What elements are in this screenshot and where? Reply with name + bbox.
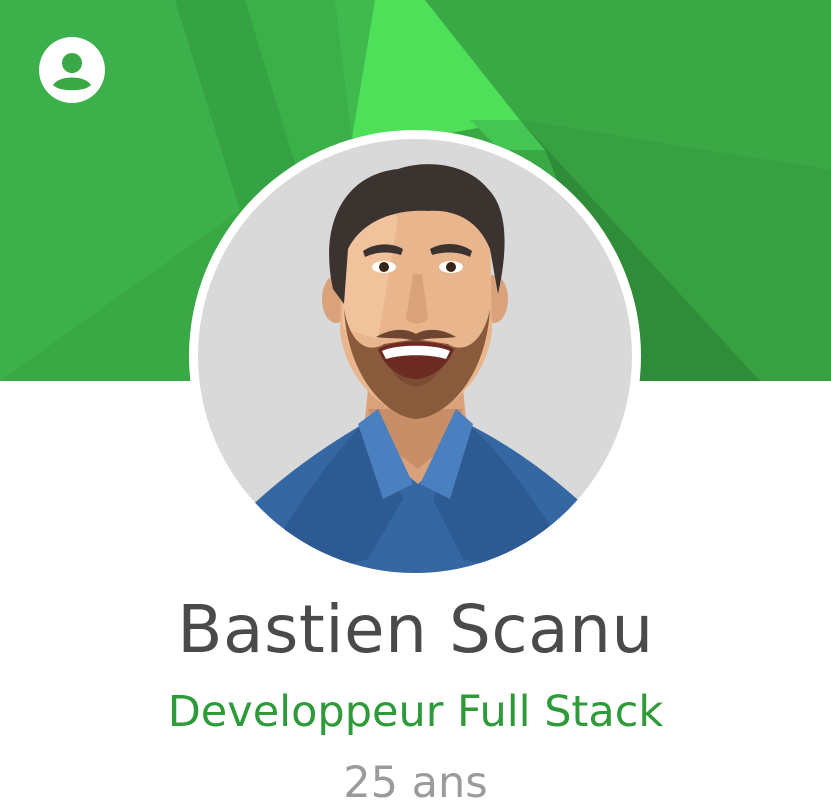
avatar [189,130,641,582]
profile-page: Bastien Scanu Developpeur Full Stack 25 … [0,0,831,804]
profile-name: Bastien Scanu [177,591,654,668]
account-circle-icon[interactable] [39,37,105,103]
profile-age: 25 ans [343,758,488,804]
avatar-portrait [198,139,632,573]
profile-title: Developpeur Full Stack [167,687,664,737]
